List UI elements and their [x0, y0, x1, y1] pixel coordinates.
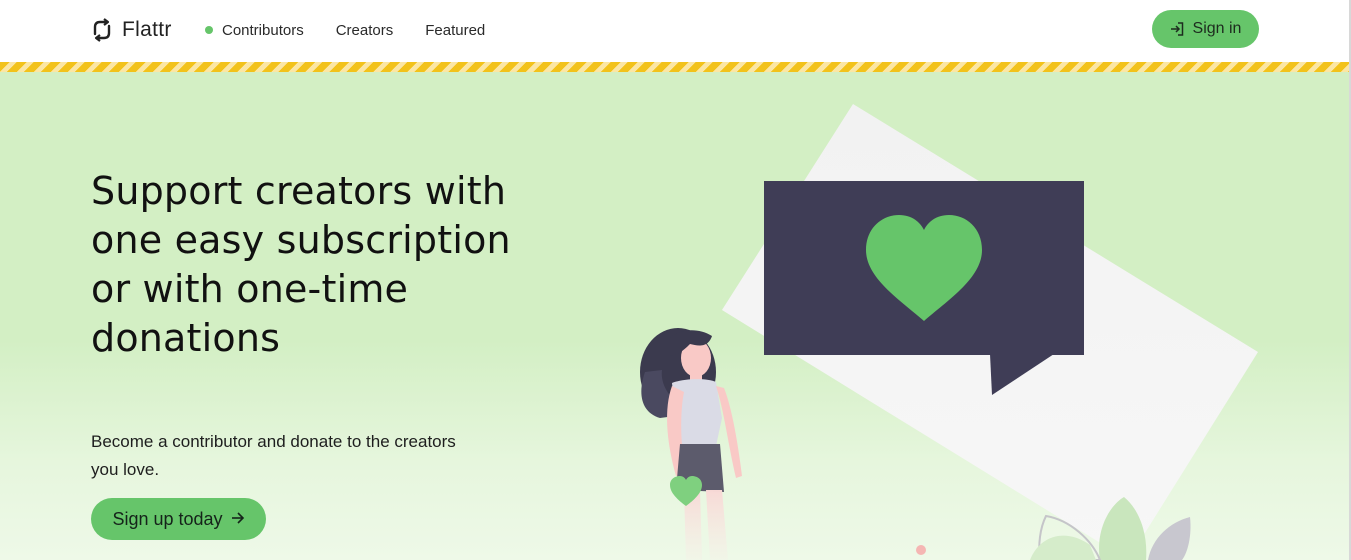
leaf-shape	[1148, 517, 1191, 560]
nav-item-label: Featured	[425, 21, 486, 39]
hero-illustration	[600, 72, 1349, 560]
site-header: Flattr Contributors Creators Featured Si…	[0, 0, 1349, 62]
sign-in-label: Sign in	[1192, 20, 1242, 37]
hero-title: Support creators with one easy subscript…	[91, 169, 511, 360]
sign-in-icon	[1170, 22, 1184, 36]
flattr-logo-icon	[90, 18, 114, 42]
nav-item-contributors[interactable]: Contributors	[205, 22, 304, 39]
hazard-stripe-divider	[0, 62, 1349, 72]
logo-text: Flattr	[122, 18, 172, 41]
nav-item-featured[interactable]: Featured	[425, 22, 485, 39]
sign-up-button[interactable]: Sign up today	[91, 498, 266, 540]
active-dot-icon	[205, 26, 213, 34]
nav-item-label: Creators	[335, 21, 394, 39]
nav-item-label: Contributors	[222, 21, 304, 39]
person-legs	[706, 490, 728, 560]
main-nav: Contributors Creators Featured	[205, 18, 517, 42]
sign-up-label: Sign up today	[112, 508, 223, 529]
logo-link[interactable]: Flattr	[90, 16, 172, 44]
sign-in-button[interactable]: Sign in	[1152, 10, 1259, 48]
hero-subtitle: Become a contributor and donate to the c…	[91, 432, 456, 479]
page: Flattr Contributors Creators Featured Si…	[0, 0, 1351, 560]
nav-item-creators[interactable]: Creators	[336, 22, 394, 39]
hero-section: Support creators with one easy subscript…	[0, 72, 1349, 560]
arrow-right-icon	[231, 509, 245, 530]
dot-shape	[916, 545, 926, 555]
